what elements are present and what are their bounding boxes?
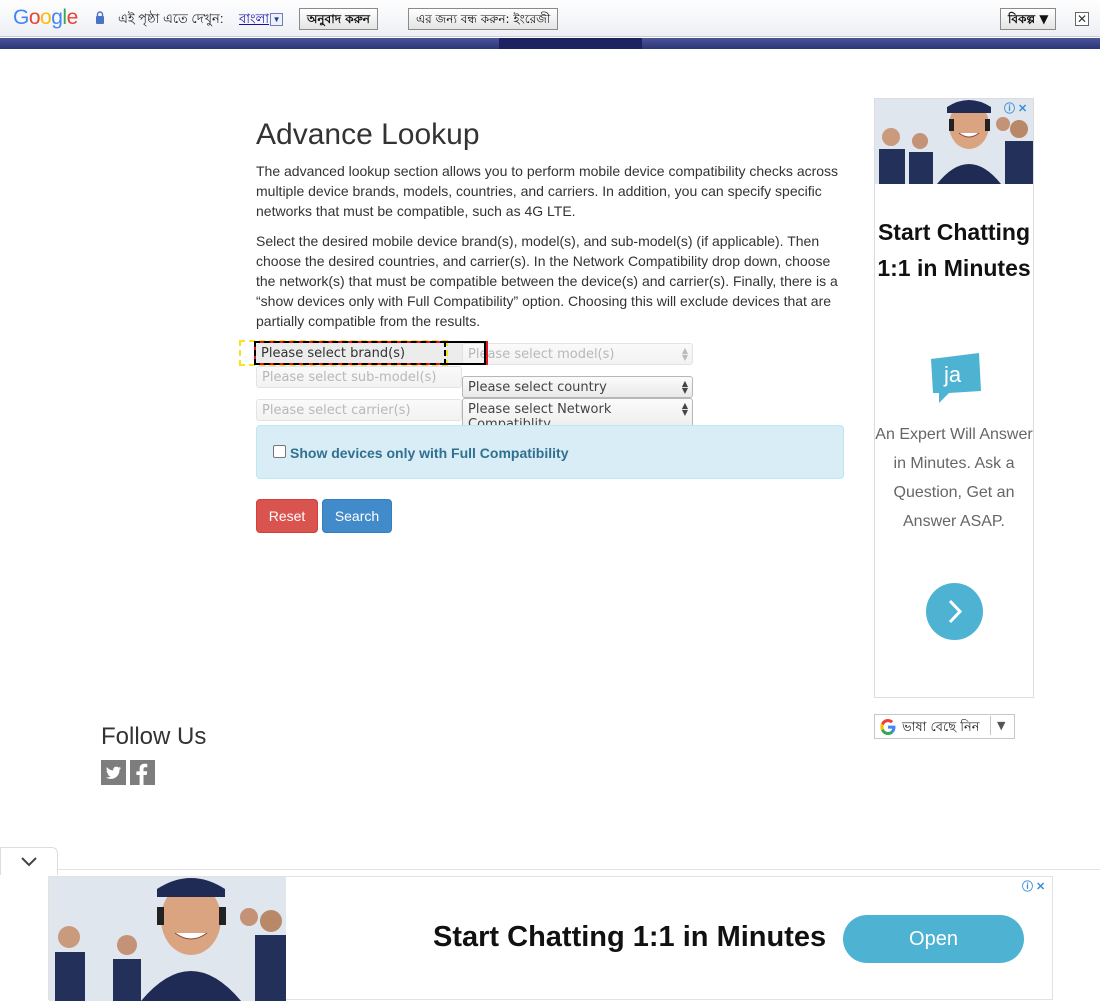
model-select-label: Please select model(s) (468, 347, 615, 362)
country-select[interactable]: Please select country ▲ ▼ (462, 376, 693, 398)
instructions-paragraph: Select the desired mobile device brand(s… (256, 233, 838, 329)
carrier-select-label: Please select carrier(s) (262, 403, 411, 418)
language-label[interactable]: বাংলা (239, 11, 269, 26)
support-team-image (49, 877, 286, 1001)
lock-icon (96, 11, 104, 24)
ad-photo[interactable] (49, 877, 286, 1001)
facebook-f-icon (136, 763, 148, 785)
collapse-ad-tab[interactable] (0, 847, 58, 875)
main-content: Advance Lookup The advanced lookup secti… (256, 117, 844, 341)
language-picker-label[interactable]: ভাষা বেছে নিন (902, 718, 980, 739)
google-g-icon (880, 719, 896, 735)
right-ad[interactable]: ⓘ ✕ Start Chatting 1:1 in Minutes ja An … (874, 98, 1034, 698)
select-arrow-icon: ▲ ▼ (681, 346, 688, 362)
follow-us-title: Follow Us (101, 723, 207, 750)
select-arrow-icon: ▲ ▼ (681, 401, 688, 417)
nav-strip (0, 38, 1100, 49)
select-arrow-icon: ▲ ▼ (681, 379, 688, 395)
divider (58, 869, 1100, 870)
bottom-ad[interactable]: ⓘ ✕ Start Chatting 1:1 in Minutes Open (48, 876, 1053, 1001)
ad-logo-text: ja (943, 362, 962, 387)
chevron-down-icon (21, 857, 37, 867)
options-button[interactable]: বিকল্প ▼ (1000, 8, 1057, 30)
submodel-select-label: Please select sub-model(s) (262, 370, 437, 385)
close-icon[interactable]: ✕ (1075, 12, 1089, 26)
translate-bar: Google এই পৃষ্ঠা এতে দেখুন: বাংলা ▼ অনুবা… (0, 0, 1100, 37)
open-button[interactable]: Open (843, 915, 1024, 963)
focus-highlight-black-right (446, 341, 486, 365)
ad-description[interactable]: An Expert Will Answer in Minutes. Ask a … (875, 420, 1033, 536)
ad-go-button[interactable] (926, 583, 983, 640)
search-button[interactable]: Search (322, 499, 392, 533)
translate-button[interactable]: অনুবাদ করুন (299, 8, 378, 30)
twitter-bird-icon (105, 766, 121, 779)
full-compatibility-label[interactable]: Show devices only with Full Compatibilit… (290, 445, 568, 461)
full-compatibility-checkbox[interactable] (273, 445, 286, 458)
page-title: Advance Lookup (256, 118, 480, 151)
never-translate-button[interactable]: এর জন্য বন্ধ করুন: ইংরেজী (408, 8, 559, 30)
carrier-select[interactable]: Please select carrier(s) (256, 399, 462, 421)
adchoices-icon[interactable]: ⓘ ✕ (1022, 878, 1045, 894)
ad-headline[interactable]: Start Chatting 1:1 in Minutes (875, 214, 1033, 286)
model-select[interactable]: Please select model(s) ▲ ▼ (462, 343, 693, 365)
chevron-down-icon[interactable]: ▼ (997, 719, 1005, 732)
language-picker[interactable]: ভাষা বেছে নিন ▼ (874, 714, 1015, 739)
google-logo: Google (13, 6, 78, 29)
focus-highlight-black (254, 341, 446, 365)
submodel-select[interactable]: Please select sub-model(s) (256, 366, 462, 388)
full-compatibility-box: Show devices only with Full Compatibilit… (256, 425, 844, 479)
ad-headline[interactable]: Start Chatting 1:1 in Minutes (433, 921, 826, 954)
justanswer-logo-icon[interactable]: ja (927, 349, 983, 405)
twitter-icon[interactable] (101, 760, 126, 785)
nav-active-item[interactable] (499, 38, 642, 49)
divider (990, 716, 991, 735)
chevron-right-icon (948, 599, 963, 624)
country-select-label: Please select country (468, 380, 607, 395)
reset-button[interactable]: Reset (256, 499, 318, 533)
language-select[interactable]: বাংলা ▼ (239, 10, 284, 31)
facebook-icon[interactable] (130, 760, 155, 785)
intro-paragraph: The advanced lookup section allows you t… (256, 163, 839, 219)
chevron-down-icon[interactable]: ▼ (270, 13, 284, 27)
translate-message: এই পৃষ্ঠা এতে দেখুন: (118, 11, 224, 26)
adchoices-icon[interactable]: ⓘ ✕ (1004, 100, 1027, 116)
